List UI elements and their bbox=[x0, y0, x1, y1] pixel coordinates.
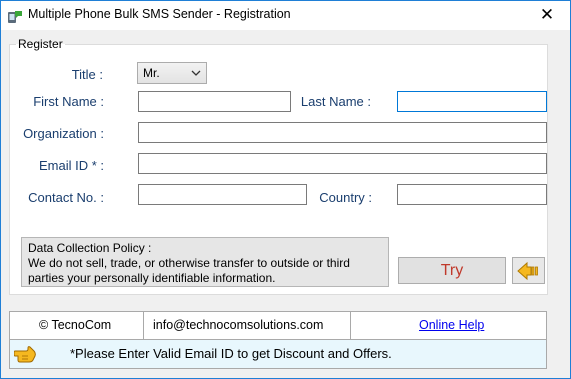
title-select[interactable]: Mr. bbox=[137, 62, 207, 84]
data-policy-box: Data Collection Policy : We do not sell,… bbox=[21, 237, 389, 287]
pointing-hand-icon bbox=[13, 345, 38, 366]
email-label: Email ID * : bbox=[38, 158, 104, 173]
title-label: Title : bbox=[71, 67, 103, 82]
organization-label: Organization : bbox=[23, 126, 104, 141]
window-title: Multiple Phone Bulk SMS Sender - Registr… bbox=[28, 7, 291, 21]
title-select-value: Mr. bbox=[143, 66, 160, 80]
contact-field[interactable] bbox=[138, 184, 307, 205]
registration-window: Multiple Phone Bulk SMS Sender - Registr… bbox=[0, 0, 571, 379]
try-button[interactable]: Try bbox=[398, 257, 506, 284]
country-label: Country : bbox=[319, 190, 372, 205]
notice-bar: *Please Enter Valid Email ID to get Disc… bbox=[9, 340, 547, 369]
close-icon: ✕ bbox=[539, 5, 555, 24]
footer-divider bbox=[143, 312, 144, 339]
company-name: © TecnoCom bbox=[39, 318, 112, 332]
policy-line-2: parties your personally identifiable inf… bbox=[28, 271, 276, 285]
last-name-label: Last Name : bbox=[300, 94, 371, 109]
first-name-field[interactable] bbox=[138, 91, 291, 112]
last-name-field[interactable] bbox=[397, 91, 547, 112]
chevron-down-icon bbox=[191, 67, 201, 77]
contact-label: Contact No. : bbox=[28, 190, 104, 205]
first-name-label: First Name : bbox=[33, 94, 104, 109]
arrow-left-icon bbox=[517, 261, 538, 281]
footer-bar: © TecnoCom info@technocomsolutions.com O… bbox=[9, 311, 547, 340]
policy-heading: Data Collection Policy : bbox=[28, 241, 152, 255]
online-help-link[interactable]: Online Help bbox=[419, 312, 484, 339]
close-button[interactable]: ✕ bbox=[524, 1, 570, 30]
back-button[interactable] bbox=[512, 257, 545, 284]
register-legend: Register bbox=[18, 37, 63, 51]
title-bar: Multiple Phone Bulk SMS Sender - Registr… bbox=[1, 1, 570, 30]
contact-email: info@technocomsolutions.com bbox=[153, 318, 324, 332]
email-field[interactable] bbox=[138, 153, 547, 174]
organization-field[interactable] bbox=[138, 122, 547, 143]
country-field[interactable] bbox=[397, 184, 547, 205]
notice-message: *Please Enter Valid Email ID to get Disc… bbox=[70, 346, 392, 361]
policy-line-1: We do not sell, trade, or otherwise tran… bbox=[28, 256, 350, 270]
footer-divider bbox=[350, 312, 351, 339]
app-icon bbox=[7, 8, 23, 24]
